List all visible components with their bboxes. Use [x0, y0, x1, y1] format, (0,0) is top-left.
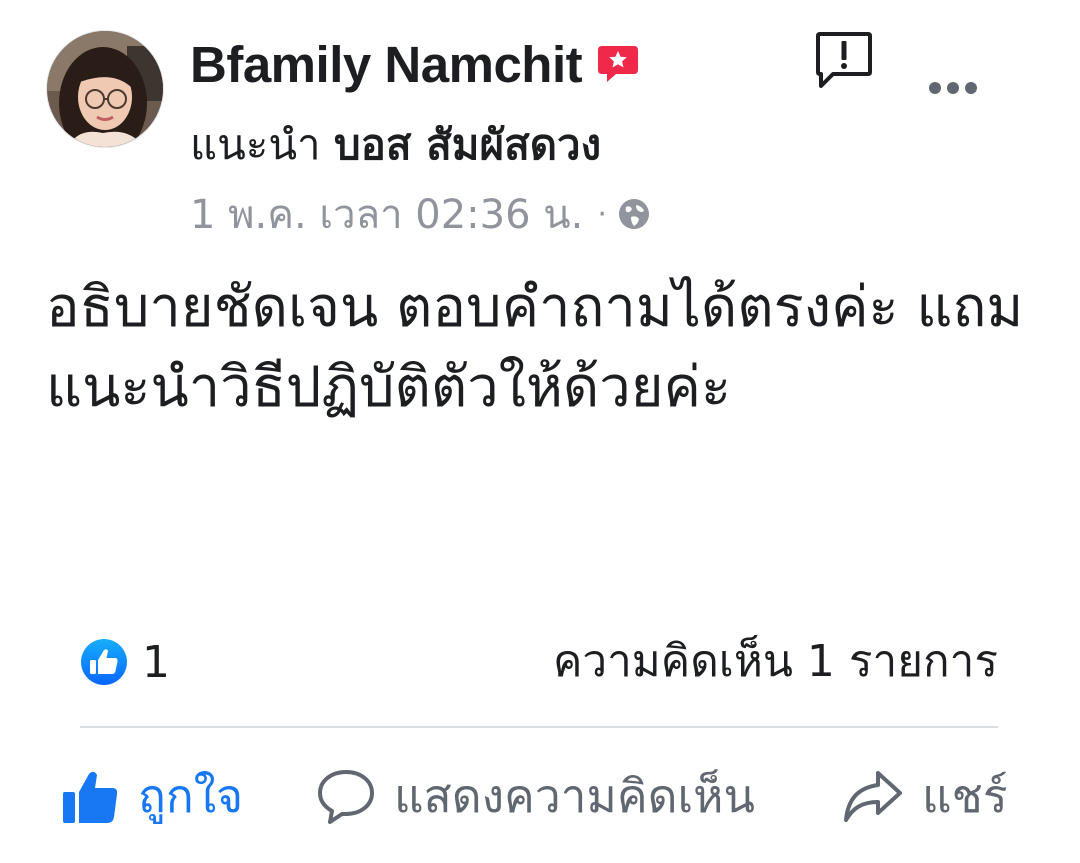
author-line: Bfamily Namchit [190, 32, 640, 96]
like-button[interactable]: ถูกใจ [60, 760, 243, 832]
reaction-summary[interactable]: 1 [80, 634, 170, 690]
globe-icon [618, 199, 649, 229]
post-timestamp[interactable]: 1 พ.ค. เวลา 02:36 น. [190, 182, 583, 246]
share-button[interactable]: แชร์ [842, 760, 1008, 832]
comment-count[interactable]: ความคิดเห็น 1 รายการ [553, 634, 998, 690]
recommend-line: แนะนำ บอส สัมผัสดวง [190, 116, 601, 174]
author-name[interactable]: Bfamily Namchit [190, 35, 583, 94]
meta-separator: · [597, 196, 607, 232]
report-icon[interactable] [815, 30, 873, 90]
recommended-page-name[interactable]: บอส สัมผัสดวง [334, 120, 601, 169]
post-meta: 1 พ.ค. เวลา 02:36 น. · [190, 186, 651, 242]
like-count: 1 [142, 636, 170, 688]
more-options-icon[interactable] [926, 76, 980, 100]
post-text: อธิบายชัดเจน ตอบคำถามได้ตรงค่ะ แถมแนะนำว… [46, 275, 1024, 420]
comment-icon [318, 770, 374, 824]
share-arrow-icon [844, 771, 902, 822]
star-badge-icon [598, 46, 639, 82]
like-button-label: ถูกใจ [138, 768, 244, 823]
profile-photo-avatar [47, 31, 163, 147]
recommendation-post: Bfamily Namchit แนะนำ บอส สัมผัสดวง 1 พ.… [0, 0, 1080, 863]
like-badge-icon [81, 639, 127, 685]
comment-button-label: แสดงความคิดเห็น [394, 768, 755, 823]
comment-button[interactable]: แสดงความคิดเห็น [316, 760, 755, 832]
thumbs-up-icon [63, 771, 118, 823]
share-button-label: แชร์ [922, 768, 1008, 823]
divider [80, 726, 998, 728]
avatar[interactable] [46, 30, 164, 148]
recommend-prefix: แนะนำ [190, 120, 321, 169]
